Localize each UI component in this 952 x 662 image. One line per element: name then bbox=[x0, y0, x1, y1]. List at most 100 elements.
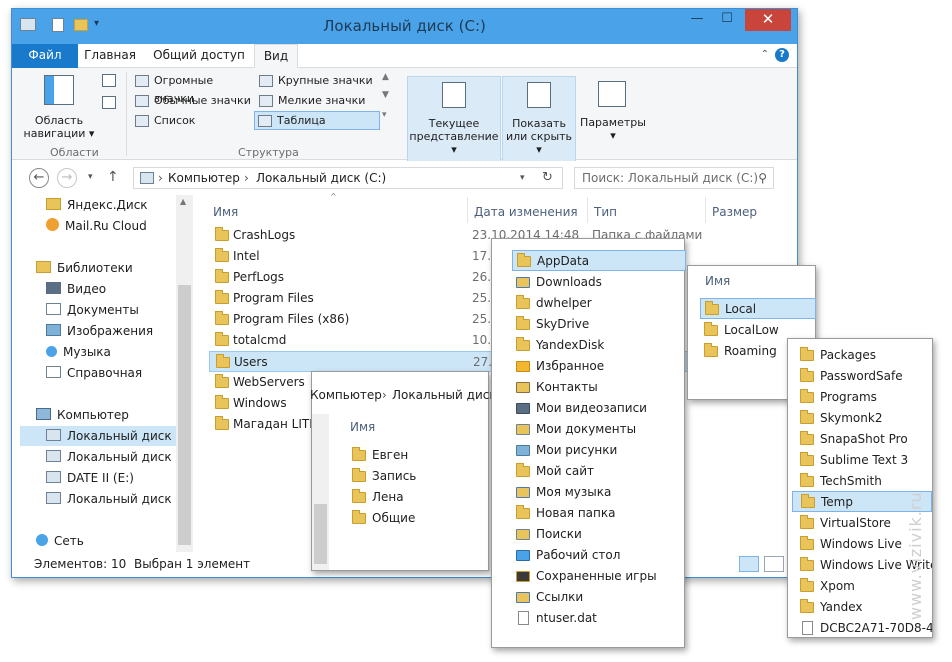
searches-folder-icon bbox=[516, 529, 530, 540]
nav-help[interactable]: Справочная bbox=[46, 363, 142, 383]
nav-drive-d[interactable]: Локальный диск (D bbox=[46, 447, 189, 467]
folder-icon bbox=[800, 599, 814, 613]
documents-icon bbox=[46, 303, 61, 315]
cloud-icon bbox=[46, 218, 59, 231]
tab-home[interactable]: Главная bbox=[82, 44, 138, 68]
layout-extra-large-icons[interactable]: Огромные значки bbox=[132, 72, 256, 105]
column-size[interactable]: Размер bbox=[712, 205, 757, 219]
close-button[interactable]: ✕ bbox=[745, 9, 791, 31]
folder-icon bbox=[800, 368, 814, 382]
recent-locations-icon[interactable]: ▾ bbox=[88, 172, 93, 182]
up-button[interactable]: ↑ bbox=[107, 169, 119, 185]
forward-button[interactable]: → bbox=[57, 168, 77, 188]
column-name[interactable]: Имя bbox=[705, 274, 730, 288]
scroll-up-icon[interactable]: ▲ bbox=[180, 197, 186, 206]
folder-icon bbox=[215, 248, 229, 262]
maximize-button[interactable]: ☐ bbox=[713, 9, 741, 31]
nav-mailru-cloud[interactable]: Mail.Ru Cloud bbox=[46, 216, 147, 236]
current-view-label: Текущее представление ▾ bbox=[409, 117, 499, 156]
layout-list[interactable]: Список bbox=[132, 112, 256, 131]
address-dropdown-icon[interactable]: ▾ bbox=[520, 173, 525, 183]
popup-scroll-thumb[interactable] bbox=[314, 504, 327, 564]
nav-video[interactable]: Видео bbox=[46, 279, 106, 299]
crumb-computer[interactable]: Компьютер bbox=[310, 388, 382, 402]
show-hide-label: Показать или скрыть ▾ bbox=[505, 117, 573, 156]
folder-icon bbox=[801, 494, 815, 508]
minimize-button[interactable]: — bbox=[683, 9, 711, 31]
nav-drive-e[interactable]: DATE II (E:) bbox=[46, 468, 134, 488]
folder-icon bbox=[352, 510, 366, 524]
refresh-icon[interactable]: ↻ bbox=[542, 170, 553, 185]
nav-drive-z[interactable]: Локальный диск (Z bbox=[46, 489, 188, 509]
crumb-drive-c[interactable]: Локальный диск (C:) bbox=[256, 171, 386, 185]
computer-icon bbox=[36, 408, 51, 420]
layout-small-icons[interactable]: Мелкие значки bbox=[256, 92, 380, 111]
status-count: Элементов: 10 bbox=[34, 557, 127, 571]
nav-music[interactable]: Музыка bbox=[46, 342, 111, 362]
folder-icon bbox=[352, 489, 366, 503]
crumb-drive-c[interactable]: Локальный диск ( bbox=[392, 388, 505, 402]
column-name[interactable]: Имя bbox=[213, 205, 238, 219]
nav-drive-c[interactable]: Локальный диск (C bbox=[20, 426, 188, 446]
nav-scrollbar[interactable]: ▲ bbox=[176, 195, 193, 552]
address-bar: ← → ▾ ↑ › Компьютер › Локальный диск (C:… bbox=[12, 161, 797, 195]
column-date[interactable]: Дата изменения bbox=[474, 205, 578, 219]
list-item-selected[interactable]: AppData bbox=[512, 250, 686, 271]
title-bar[interactable]: ▾ Локальный диск (C:) — ☐ ✕ bbox=[12, 9, 797, 44]
list-item-selected[interactable]: Local bbox=[700, 298, 816, 319]
column-name[interactable]: Имя bbox=[350, 420, 375, 434]
nav-scroll-thumb[interactable] bbox=[178, 285, 191, 545]
users-folder-popup: Компьютер › Локальный диск ( Имя Евген З… bbox=[310, 371, 505, 571]
details-pane-icon[interactable] bbox=[102, 96, 116, 109]
folder-icon bbox=[800, 410, 814, 424]
sort-arrow-icon: ^ bbox=[330, 192, 337, 201]
drive-icon bbox=[46, 429, 61, 441]
tab-view[interactable]: Вид bbox=[254, 44, 298, 68]
layout-medium-icons[interactable]: Обычные значки bbox=[132, 92, 256, 111]
nav-computer[interactable]: Компьютер bbox=[36, 405, 129, 425]
show-hide-button[interactable]: Показать или скрыть ▾ bbox=[502, 76, 576, 162]
layout-large-icons[interactable]: Крупные значки bbox=[256, 72, 380, 91]
pictures-icon bbox=[46, 324, 61, 336]
tab-share[interactable]: Общий доступ bbox=[148, 44, 250, 68]
navigation-pane-icon bbox=[44, 75, 74, 105]
nav-libraries[interactable]: Библиотеки bbox=[36, 258, 133, 278]
address-field[interactable]: › Компьютер › Локальный диск (C:) ▾ ↻ bbox=[133, 167, 563, 189]
folder-icon bbox=[215, 269, 229, 283]
popup-scrollbar[interactable] bbox=[312, 414, 329, 570]
options-button[interactable]: Параметры ▾ bbox=[580, 76, 646, 146]
large-icons-view-icon[interactable] bbox=[764, 556, 784, 572]
folder-icon bbox=[800, 515, 814, 529]
tab-file[interactable]: Файл bbox=[12, 44, 78, 68]
ribbon-collapse-icon[interactable]: ⌃ bbox=[761, 49, 769, 60]
nav-documents[interactable]: Документы bbox=[46, 300, 139, 320]
layout-more-icon[interactable]: ▾ bbox=[382, 110, 387, 120]
preview-pane-icon[interactable] bbox=[102, 74, 116, 87]
layout-scroll-down-icon[interactable]: ▼ bbox=[382, 90, 389, 100]
details-icon bbox=[258, 115, 272, 127]
help-icon[interactable]: ? bbox=[775, 48, 789, 62]
show-hide-icon bbox=[527, 82, 551, 108]
details-view-icon[interactable] bbox=[739, 556, 759, 572]
nav-yandex-disk[interactable]: Яндекс.Диск bbox=[46, 195, 148, 215]
settings-file-icon bbox=[802, 621, 813, 635]
nav-network[interactable]: Сеть bbox=[36, 531, 84, 551]
folder-icon bbox=[800, 536, 814, 550]
crumb-computer[interactable]: Компьютер bbox=[168, 171, 240, 185]
layout-details[interactable]: Таблица bbox=[254, 111, 380, 130]
current-view-icon bbox=[442, 82, 466, 108]
folder-icon bbox=[46, 198, 61, 210]
folder-icon bbox=[516, 295, 530, 309]
layout-scroll-up-icon[interactable]: ▲ bbox=[382, 72, 389, 82]
search-input[interactable]: Поиск: Локальный диск (C:) ⚲ bbox=[574, 167, 774, 189]
favorites-folder-icon bbox=[516, 361, 530, 372]
nav-pictures[interactable]: Изображения bbox=[46, 321, 153, 341]
folder-icon bbox=[352, 468, 366, 482]
current-view-button[interactable]: Текущее представление ▾ bbox=[407, 76, 501, 162]
back-button[interactable]: ← bbox=[29, 168, 49, 188]
ribbon-tabs: Файл Главная Общий доступ Вид ⌃ ? bbox=[12, 44, 797, 68]
navigation-pane-button[interactable]: Область навигации ▾ bbox=[20, 72, 98, 142]
column-type[interactable]: Тип bbox=[594, 205, 617, 219]
folder-icon bbox=[800, 557, 814, 571]
profile-folder-popup: AppData Downloads dwhelper SkyDrive Yand… bbox=[491, 238, 686, 648]
